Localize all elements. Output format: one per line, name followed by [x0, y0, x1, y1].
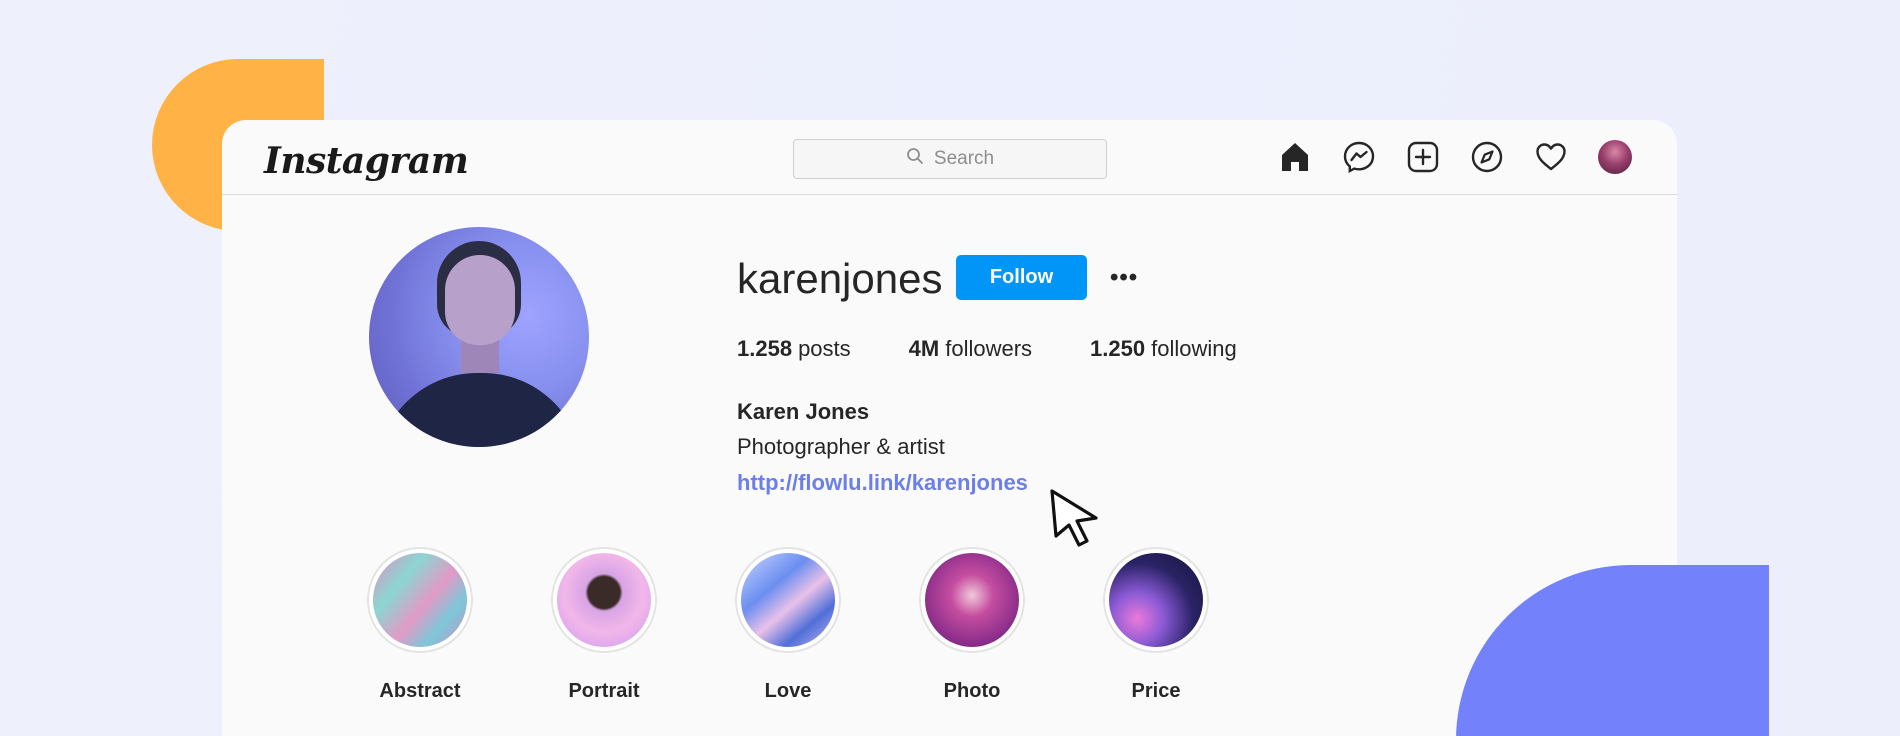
- highlight-image: [373, 553, 467, 647]
- highlight-label: Price: [1131, 680, 1181, 702]
- highlight-abstract[interactable]: Abstract: [367, 547, 473, 703]
- messenger-icon[interactable]: [1340, 138, 1378, 176]
- profile-stats: 1.258 posts 4M followers 1.250 following: [737, 336, 1295, 362]
- highlight-ring: [919, 547, 1025, 653]
- highlight-price[interactable]: Price: [1103, 547, 1209, 703]
- profile-bio: Photographer & artist: [737, 434, 945, 459]
- highlight-photo[interactable]: Photo: [919, 547, 1025, 703]
- avatar: [1598, 140, 1632, 174]
- profile-picture-body: [377, 373, 583, 447]
- more-options-icon[interactable]: •••: [1110, 255, 1138, 300]
- following-stat[interactable]: 1.250 following: [1090, 336, 1237, 362]
- highlight-image: [1109, 553, 1203, 647]
- profile-picture[interactable]: [369, 227, 589, 447]
- highlight-image: [741, 553, 835, 647]
- search-icon: [906, 147, 924, 171]
- profile-picture-face: [445, 255, 515, 345]
- highlight-portrait[interactable]: Portrait: [551, 547, 657, 703]
- search-placeholder: Search: [933, 148, 995, 169]
- highlight-label: Portrait: [568, 680, 640, 702]
- profile-link[interactable]: http://flowlu.link/karenjones: [737, 470, 1028, 496]
- new-post-icon[interactable]: [1404, 138, 1442, 176]
- explore-icon[interactable]: [1468, 138, 1506, 176]
- posts-stat[interactable]: 1.258 posts: [737, 336, 851, 362]
- mouse-cursor-icon: [1048, 488, 1108, 553]
- highlight-ring: [551, 547, 657, 653]
- highlight-image: [925, 553, 1019, 647]
- profile-username: karenjones: [737, 255, 943, 302]
- top-navbar: Instagram Search: [222, 120, 1677, 195]
- search-input[interactable]: Search: [793, 139, 1107, 179]
- following-label: following: [1151, 336, 1237, 361]
- profile-avatar[interactable]: [1596, 138, 1634, 176]
- profile-full-name: Karen Jones: [737, 399, 870, 424]
- posts-label: posts: [798, 336, 851, 361]
- nav-icons: [1276, 138, 1634, 176]
- highlight-ring: [1103, 547, 1209, 653]
- activity-heart-icon[interactable]: [1532, 138, 1570, 176]
- followers-stat[interactable]: 4M followers: [909, 336, 1032, 362]
- followers-count: 4M: [908, 336, 940, 361]
- highlight-label: Photo: [943, 680, 1001, 702]
- posts-count: 1.258: [737, 336, 793, 361]
- follow-button[interactable]: Follow: [956, 255, 1087, 300]
- highlight-label: Love: [764, 680, 812, 702]
- highlight-label: Abstract: [379, 680, 461, 702]
- highlight-image: [557, 553, 651, 647]
- story-highlights: Abstract Portrait Love Photo Price: [367, 547, 1209, 703]
- highlight-ring: [367, 547, 473, 653]
- followers-label: followers: [945, 336, 1033, 361]
- instagram-logo[interactable]: Instagram: [264, 140, 469, 182]
- home-icon[interactable]: [1276, 138, 1314, 176]
- highlight-love[interactable]: Love: [735, 547, 841, 703]
- highlight-ring: [735, 547, 841, 653]
- following-count: 1.250: [1090, 336, 1146, 361]
- instagram-window: Instagram Search karenjones Follow ••• 1…: [222, 120, 1677, 736]
